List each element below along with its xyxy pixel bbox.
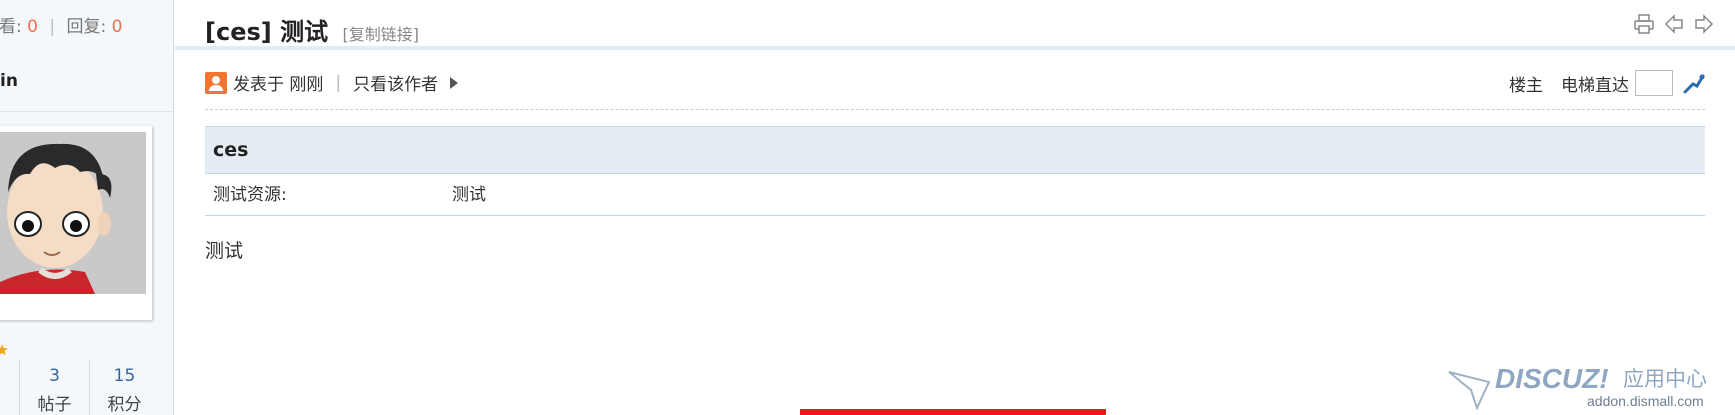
post-author-bar: 发表于 刚刚 | 只看该作者 楼主 电梯直达	[205, 70, 1705, 110]
posts-label: 帖子	[37, 395, 72, 415]
stat-credits[interactable]: 15 积分	[89, 360, 159, 415]
views-count: 0	[27, 17, 38, 37]
next-thread-icon[interactable]	[1693, 13, 1715, 35]
goto-arrow-icon[interactable]	[1683, 72, 1705, 94]
stat-topics[interactable]: 题	[0, 360, 18, 415]
watermark-brand: DISCUZ!	[1495, 363, 1609, 394]
watermark-url: addon.dismall.com	[1587, 393, 1704, 409]
author-username[interactable]: in	[0, 71, 18, 91]
only-author-link[interactable]: 只看该作者	[353, 70, 438, 95]
author-sidebar: 查看: 0 | 回复: 0 in	[0, 0, 174, 415]
replies-label: 回复:	[66, 17, 107, 37]
title-actions	[1633, 13, 1715, 35]
thread-title-bar: [ces] 测试 [复制链接]	[175, 0, 1735, 50]
avatar-image	[0, 132, 146, 294]
copy-link-button[interactable]: [复制链接]	[342, 25, 419, 44]
prev-thread-icon[interactable]	[1663, 13, 1685, 35]
thread-title-text: [ces] 测试	[205, 18, 329, 46]
triangle-right-icon[interactable]	[450, 76, 459, 89]
post-content: 测试	[205, 240, 244, 262]
views-label: 查看:	[0, 17, 22, 37]
resource-key: 测试资源:	[213, 185, 287, 205]
goto-floor-input[interactable]	[1635, 70, 1673, 96]
user-stats: 题 3 帖子 15 积分	[0, 360, 173, 415]
goto-floor-label: 电梯直达	[1561, 75, 1629, 96]
divider	[0, 111, 173, 112]
resource-table-row: 测试资源: 测试	[205, 174, 1705, 216]
post-time: 发表于 刚刚	[233, 75, 324, 95]
credits-count: 15	[113, 366, 136, 386]
posts-count: 3	[49, 366, 60, 386]
print-icon[interactable]	[1633, 13, 1655, 35]
floor-label: 楼主	[1509, 75, 1543, 96]
watermark-suffix: 应用中心	[1623, 367, 1707, 391]
star-icon	[0, 344, 8, 356]
avatar[interactable]	[0, 126, 152, 320]
thread-counters: 查看: 0 | 回复: 0	[0, 12, 122, 37]
credits-label: 积分	[107, 395, 142, 415]
resource-table-header: ces	[205, 126, 1705, 174]
post-main: [ces] 测试 [复制链接] 发表于 刚刚 | 只看该作者 楼主 电梯直达 c…	[175, 0, 1735, 415]
resource-value: 测试	[452, 185, 486, 205]
discuz-watermark-logo: DISCUZ! 应用中心 addon.dismall.com	[1448, 363, 1707, 410]
resource-table: ces 测试资源: 测试	[205, 126, 1705, 216]
stat-posts[interactable]: 3 帖子	[19, 360, 89, 415]
replies-count: 0	[111, 17, 123, 37]
poster-icon	[205, 71, 227, 94]
red-banner-edge	[800, 409, 1106, 415]
thread-title: [ces] 测试 [复制链接]	[205, 12, 419, 47]
